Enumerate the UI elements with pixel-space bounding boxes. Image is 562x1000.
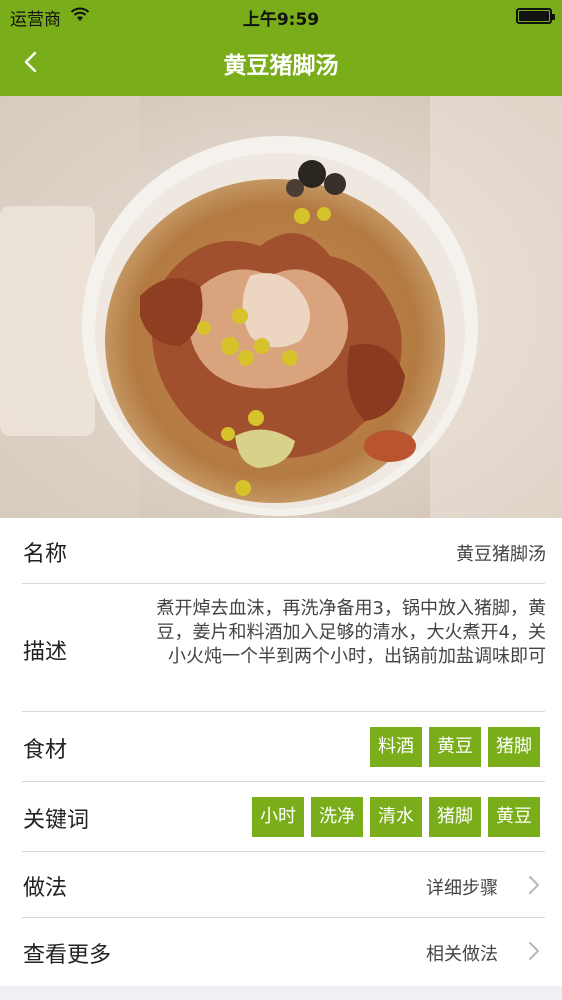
more-label: 查看更多	[23, 943, 112, 968]
keyword-tag[interactable]: 清水	[370, 797, 422, 837]
ingredient-tag[interactable]: 猪脚	[488, 727, 540, 767]
method-label: 做法	[23, 876, 68, 901]
keyword-tags: 小时 洗净 清水 猪脚 黄豆	[252, 797, 540, 837]
more-link: 相关做法	[426, 944, 498, 965]
chevron-right-icon	[529, 876, 539, 894]
keywords-label: 关键词	[23, 808, 90, 833]
keywords-row: 关键词 小时 洗净 清水 猪脚 黄豆	[0, 782, 562, 852]
nav-bar: 运营商 上午9:59 黄豆猪脚汤	[0, 0, 562, 96]
ingredients-label: 食材	[23, 738, 68, 763]
name-label: 名称	[23, 542, 68, 567]
keyword-tag[interactable]: 猪脚	[429, 797, 481, 837]
method-row[interactable]: 做法 详细步骤	[0, 852, 562, 918]
name-value: 黄豆猪脚汤	[456, 544, 546, 565]
recipe-details: 名称 黄豆猪脚汤 描述 煮开焯去血沫，再洗净备用3，锅中放入猪脚，黄豆，姜片和料…	[0, 518, 562, 986]
description-text: 煮开焯去血沫，再洗净备用3，锅中放入猪脚，黄豆，姜片和料酒加入足够的清水，大火煮…	[156, 598, 546, 667]
battery-icon	[516, 8, 555, 24]
ingredients-row: 食材 料酒 黄豆 猪脚	[0, 712, 562, 782]
page-title: 黄豆猪脚汤	[223, 53, 339, 79]
ingredient-tags: 料酒 黄豆 猪脚	[370, 727, 540, 767]
more-row[interactable]: 查看更多 相关做法	[0, 918, 562, 986]
description-row: 描述 煮开焯去血沫，再洗净备用3，锅中放入猪脚，黄豆，姜片和料酒加入足够的清水，…	[0, 584, 562, 712]
method-link: 详细步骤	[426, 878, 498, 899]
dish-photo	[0, 96, 562, 518]
ingredient-tag[interactable]: 黄豆	[429, 727, 481, 767]
keyword-tag[interactable]: 黄豆	[488, 797, 540, 837]
description-label: 描述	[23, 640, 68, 665]
status-bar: 运营商 上午9:59	[0, 0, 562, 32]
keyword-tag[interactable]: 小时	[252, 797, 304, 837]
chevron-right-icon	[529, 942, 539, 960]
name-row: 名称 黄豆猪脚汤	[0, 518, 562, 584]
clock: 上午9:59	[242, 10, 320, 30]
ingredient-tag[interactable]: 料酒	[370, 727, 422, 767]
keyword-tag[interactable]: 洗净	[311, 797, 363, 837]
